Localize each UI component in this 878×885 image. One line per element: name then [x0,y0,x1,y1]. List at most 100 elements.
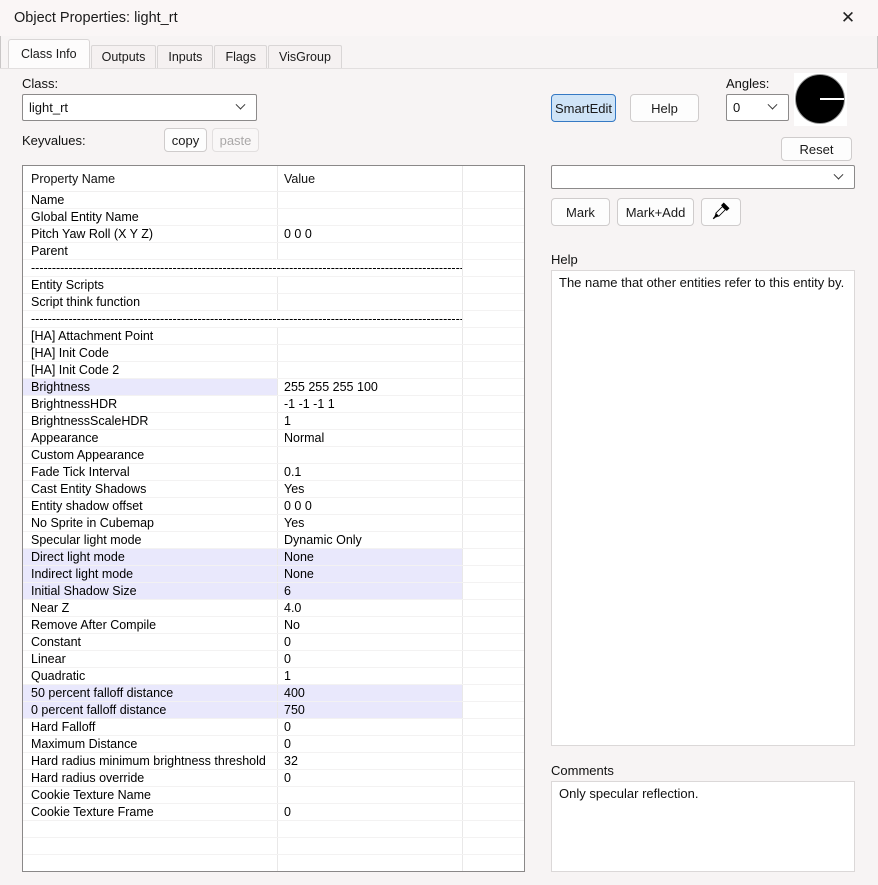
property-value-cell [278,243,463,259]
paste-button[interactable]: paste [212,128,259,152]
property-extra-cell [463,226,524,242]
table-row[interactable]: [HA] Attachment Point [23,328,524,345]
close-icon[interactable]: ✕ [826,3,870,33]
tab-label: Outputs [102,50,146,64]
copy-button[interactable]: copy [164,128,207,152]
table-row[interactable]: Pitch Yaw Roll (X Y Z)0 0 0 [23,226,524,243]
angles-combobox[interactable]: 0 [726,94,789,121]
table-row[interactable]: Specular light modeDynamic Only [23,532,524,549]
column-header-value[interactable]: Value [278,166,463,191]
table-row[interactable]: Entity shadow offset0 0 0 [23,498,524,515]
property-value-cell [278,855,463,871]
column-header-extra[interactable] [463,166,524,191]
table-row[interactable]: Hard Falloff0 [23,719,524,736]
property-extra-cell [463,447,524,463]
window-titlebar: Object Properties: light_rt ✕ [0,0,878,36]
property-name-cell: Script think function [23,294,278,310]
table-row[interactable]: Indirect light modeNone [23,566,524,583]
table-row[interactable]: Custom Appearance [23,447,524,464]
table-row[interactable]: Cast Entity ShadowsYes [23,481,524,498]
tab-visgroup[interactable]: VisGroup [268,45,342,68]
table-row[interactable] [23,855,524,872]
smartedit-button[interactable]: SmartEdit [551,94,616,122]
table-row[interactable]: Quadratic1 [23,668,524,685]
table-row[interactable]: BrightnessHDR-1 -1 -1 1 [23,396,524,413]
property-name-cell: Cookie Texture Name [23,787,278,803]
table-row[interactable]: AppearanceNormal [23,430,524,447]
property-extra-cell [463,294,524,310]
property-value-cell: 0 [278,736,463,752]
separator-dashes: ----------------------------------------… [23,260,463,276]
value-combobox[interactable] [551,165,855,189]
property-name-cell [23,838,278,854]
table-row[interactable]: Constant0 [23,634,524,651]
table-row[interactable]: Linear0 [23,651,524,668]
property-name-cell: Entity Scripts [23,277,278,293]
tab-outputs[interactable]: Outputs [91,45,157,68]
table-row[interactable]: Initial Shadow Size6 [23,583,524,600]
table-row[interactable]: ----------------------------------------… [23,311,524,328]
chevron-down-icon [236,100,246,110]
property-extra-cell [463,787,524,803]
help-button[interactable]: Help [630,94,699,122]
table-row[interactable]: Maximum Distance0 [23,736,524,753]
property-value-cell: 0.1 [278,464,463,480]
table-row[interactable]: Parent [23,243,524,260]
property-extra-cell [463,532,524,548]
table-row[interactable]: BrightnessScaleHDR1 [23,413,524,430]
property-extra-cell [463,668,524,684]
mark-button[interactable]: Mark [551,198,610,226]
table-row[interactable]: Fade Tick Interval0.1 [23,464,524,481]
table-row[interactable]: Brightness255 255 255 100 [23,379,524,396]
property-extra-cell [463,702,524,718]
property-name-cell: [HA] Init Code [23,345,278,361]
table-row[interactable]: Name [23,192,524,209]
table-row[interactable]: Cookie Texture Frame0 [23,804,524,821]
angle-dial[interactable] [794,73,847,126]
property-name-cell: BrightnessScaleHDR [23,413,278,429]
property-value-cell: 1 [278,413,463,429]
table-row[interactable]: Hard radius minimum brightness threshold… [23,753,524,770]
property-name-cell: 0 percent falloff distance [23,702,278,718]
property-extra-cell [463,413,524,429]
table-row[interactable] [23,838,524,855]
table-row[interactable]: Direct light modeNone [23,549,524,566]
table-row[interactable]: 50 percent falloff distance400 [23,685,524,702]
property-extra-cell [463,855,524,871]
table-row[interactable]: 0 percent falloff distance750 [23,702,524,719]
property-name-cell: [HA] Init Code 2 [23,362,278,378]
property-value-cell: 255 255 255 100 [278,379,463,395]
property-name-cell: Near Z [23,600,278,616]
tab-inputs[interactable]: Inputs [157,45,213,68]
class-combobox[interactable]: light_rt [22,94,257,121]
reset-button[interactable]: Reset [781,137,852,161]
property-name-cell: BrightnessHDR [23,396,278,412]
table-row[interactable]: Remove After CompileNo [23,617,524,634]
property-value-cell [278,787,463,803]
property-extra-cell [463,362,524,378]
property-value-cell: 6 [278,583,463,599]
property-extra-cell [463,430,524,446]
table-row[interactable]: No Sprite in CubemapYes [23,515,524,532]
property-value-cell [278,447,463,463]
property-value-cell [278,277,463,293]
table-row[interactable]: Script think function [23,294,524,311]
column-header-property-name[interactable]: Property Name [23,166,278,191]
table-row[interactable]: [HA] Init Code [23,345,524,362]
table-row[interactable]: [HA] Init Code 2 [23,362,524,379]
comments-text-box[interactable]: Only specular reflection. [551,781,855,872]
tab-class-info[interactable]: Class Info [8,39,90,68]
eyedropper-button[interactable] [701,198,741,226]
tab-flags[interactable]: Flags [214,45,267,68]
table-row[interactable]: Near Z4.0 [23,600,524,617]
table-row[interactable]: Global Entity Name [23,209,524,226]
table-row[interactable]: Hard radius override0 [23,770,524,787]
mark-add-button[interactable]: Mark+Add [617,198,694,226]
property-value-cell [278,345,463,361]
property-extra-cell [463,192,524,208]
table-row[interactable]: ----------------------------------------… [23,260,524,277]
table-row[interactable]: Entity Scripts [23,277,524,294]
property-name-cell: Entity shadow offset [23,498,278,514]
table-row[interactable] [23,821,524,838]
table-row[interactable]: Cookie Texture Name [23,787,524,804]
